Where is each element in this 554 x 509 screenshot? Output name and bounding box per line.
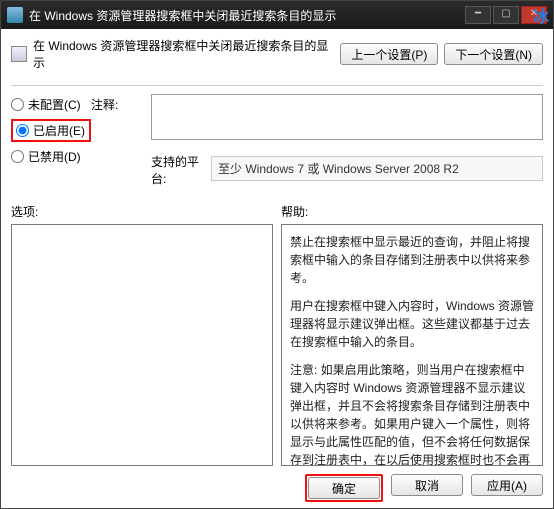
panes: 禁止在搜索框中显示最近的查询，并阻止将搜索框中输入的条目存储到注册表中以供将来参… [11,224,543,466]
window-controls: ━ ▢ ✕ [465,6,547,24]
minimize-button[interactable]: ━ [465,6,491,24]
cancel-button[interactable]: 取消 [391,474,463,496]
help-pane: 禁止在搜索框中显示最近的查询，并阻止将搜索框中输入的条目存储到注册表中以供将来参… [281,224,543,466]
close-button[interactable]: ✕ [521,6,547,24]
platform-row: 支持的平台: 至少 Windows 7 或 Windows Server 200… [151,149,543,187]
nav-buttons: 上一个设置(P) 下一个设置(N) [340,43,543,65]
radio-disabled[interactable]: 已禁用(D) [11,148,91,165]
radio-enabled-input[interactable] [16,124,29,137]
config-row: 未配置(C) 已启用(E) 已禁用(D) 注释: 支持的平台: [11,94,543,187]
options-heading: 选项: [11,203,277,220]
highlight-enabled: 已启用(E) [11,119,91,142]
radio-not-configured-label: 未配置(C) [28,96,81,113]
radio-enabled[interactable]: 已启用(E) [16,122,86,139]
comment-label: 注释: [91,94,151,113]
help-p3: 注意: 如果启用此策略，则当用户在搜索框中键入内容时 Windows 资源管理器… [290,361,534,466]
options-pane [11,224,273,466]
divider [11,85,543,86]
radio-not-configured[interactable]: 未配置(C) [11,96,91,113]
radio-enabled-label: 已启用(E) [33,122,85,139]
platform-label: 支持的平台: [151,149,211,187]
radio-not-configured-input[interactable] [11,98,24,111]
window-icon [7,7,23,23]
window-title: 在 Windows 资源管理器搜索框中关闭最近搜索条目的显示 [29,7,465,24]
footer-buttons: 确定 取消 应用(A) [11,466,543,502]
radio-disabled-label: 已禁用(D) [28,148,81,165]
help-heading: 帮助: [277,203,543,220]
ok-button[interactable]: 确定 [308,477,380,499]
radio-group: 未配置(C) 已启用(E) 已禁用(D) [11,94,91,165]
highlight-ok: 确定 [305,474,383,502]
prev-setting-button[interactable]: 上一个设置(P) [340,43,438,65]
policy-icon [11,46,27,62]
policy-editor-window: 在 Windows 资源管理器搜索框中关闭最近搜索条目的显示 ━ ▢ ✕ 冰 在… [0,0,554,509]
help-p2: 用户在搜索框中键入内容时，Windows 资源管理器将显示建议弹出框。这些建议都… [290,297,534,351]
policy-title: 在 Windows 资源管理器搜索框中关闭最近搜索条目的显示 [33,37,340,71]
header-row: 在 Windows 资源管理器搜索框中关闭最近搜索条目的显示 上一个设置(P) … [11,37,543,71]
apply-button[interactable]: 应用(A) [471,474,543,496]
next-setting-button[interactable]: 下一个设置(N) [444,43,543,65]
titlebar: 在 Windows 资源管理器搜索框中关闭最近搜索条目的显示 ━ ▢ ✕ 冰 [1,1,553,29]
radio-disabled-input[interactable] [11,150,24,163]
comment-field-col: 支持的平台: 至少 Windows 7 或 Windows Server 200… [151,94,543,187]
platform-value: 至少 Windows 7 或 Windows Server 2008 R2 [211,156,543,181]
maximize-button[interactable]: ▢ [493,6,519,24]
help-p1: 禁止在搜索框中显示最近的查询，并阻止将搜索框中输入的条目存储到注册表中以供将来参… [290,233,534,287]
pane-headings: 选项: 帮助: [11,203,543,220]
comment-textarea[interactable] [151,94,543,140]
content-area: 在 Windows 资源管理器搜索框中关闭最近搜索条目的显示 上一个设置(P) … [1,29,553,508]
